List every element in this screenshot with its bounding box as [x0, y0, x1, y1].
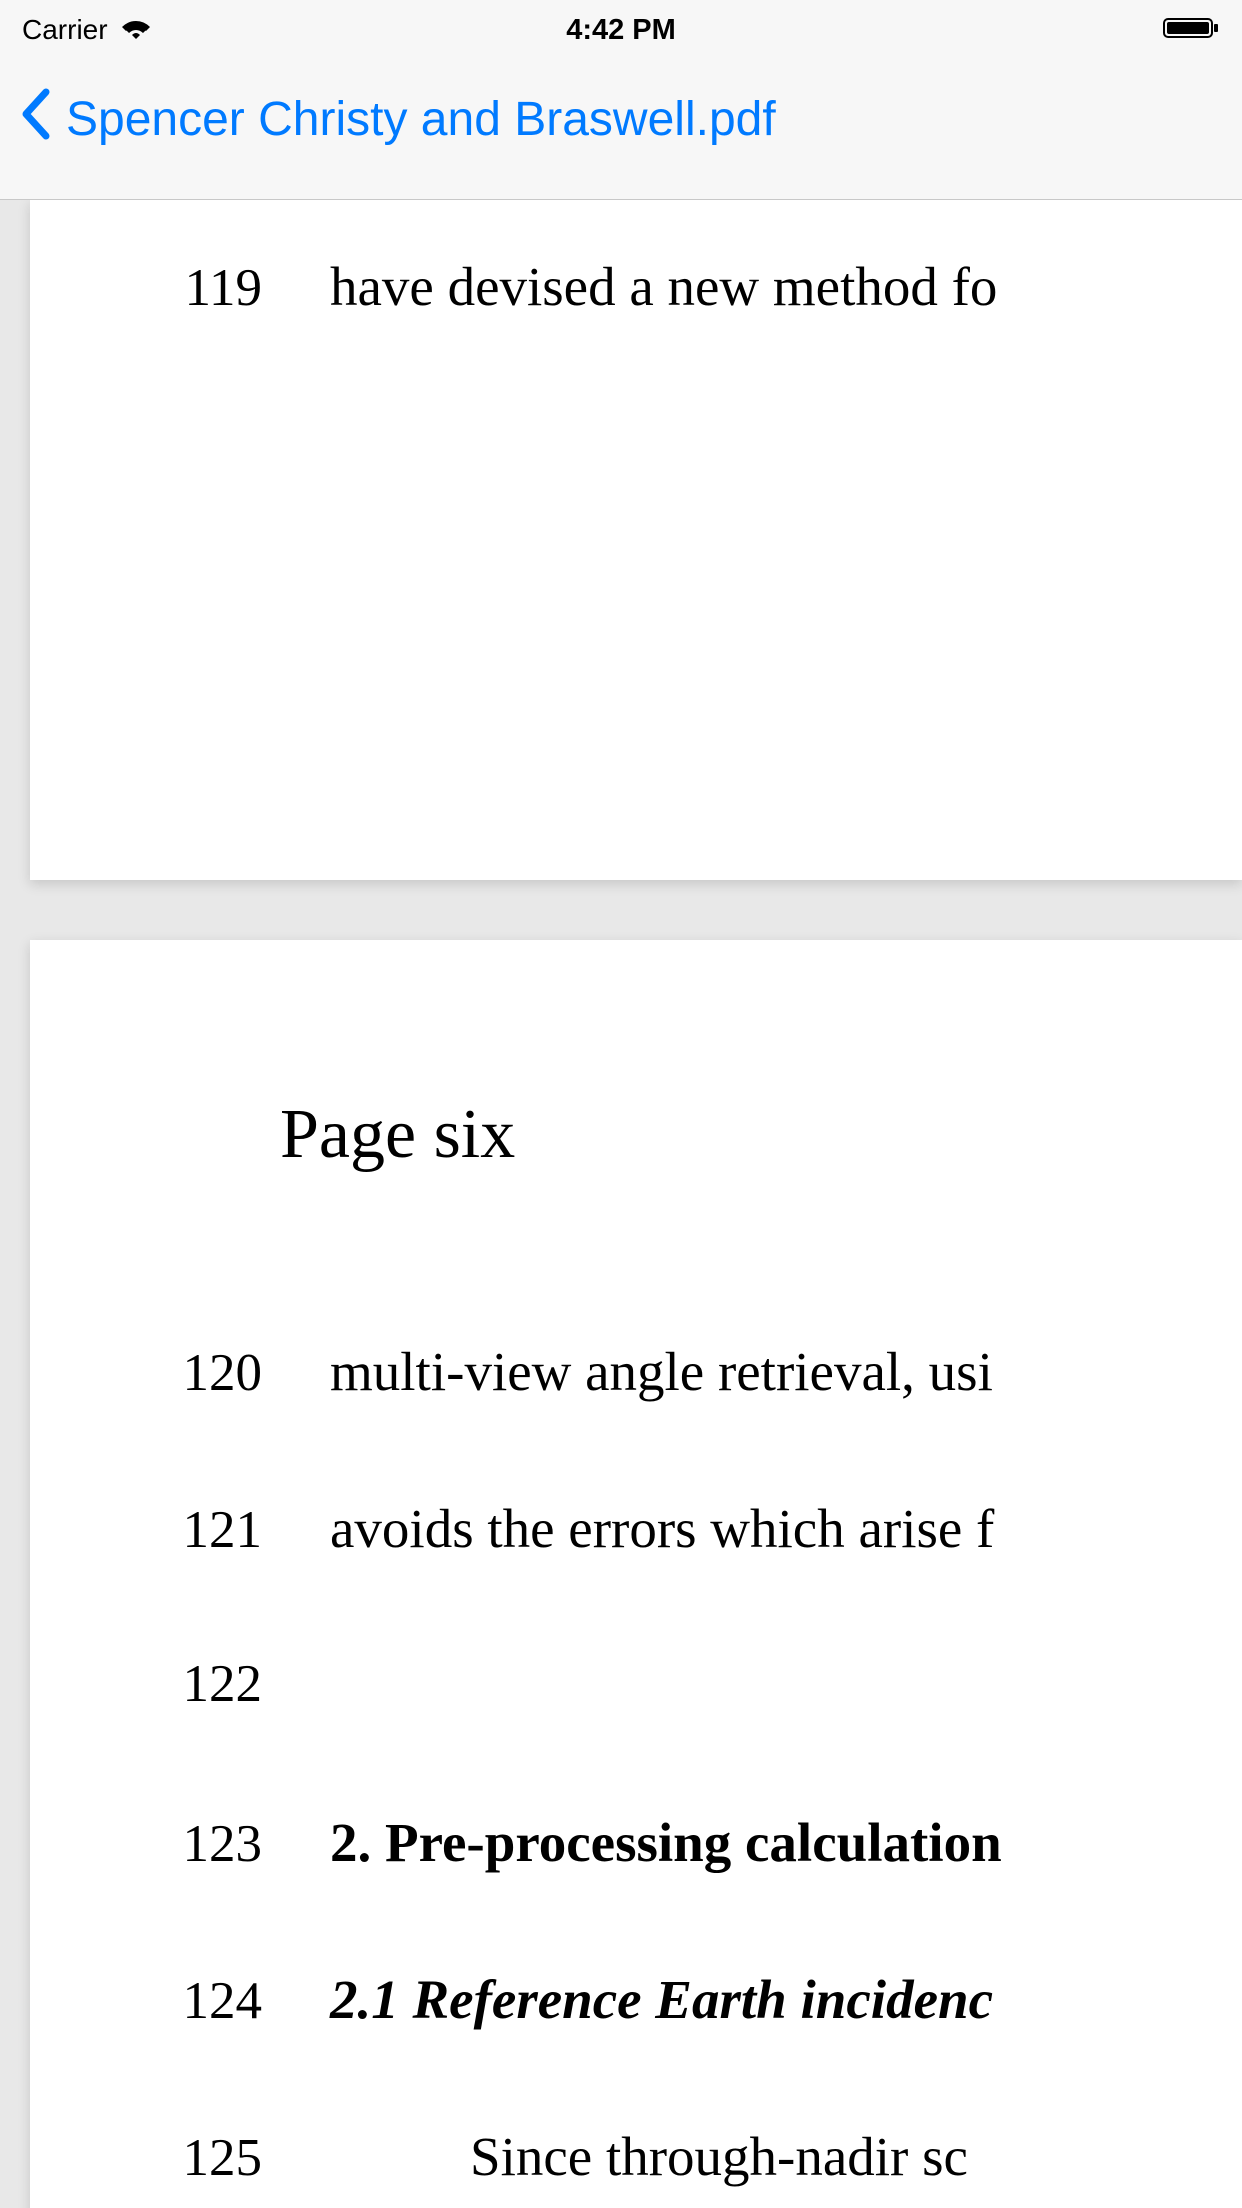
back-title: Spencer Christy and Braswell.pdf: [66, 92, 776, 147]
pdf-page: 119 have devised a new method fo: [30, 200, 1242, 880]
status-left: Carrier: [22, 14, 154, 46]
carrier-label: Carrier: [22, 14, 108, 46]
pdf-page: Page six 120 multi-view angle retrieval,…: [30, 940, 1242, 2208]
line-row: 123 2. Pre-processing calculation: [30, 1811, 1002, 1874]
line-row: 120 multi-view angle retrieval, usi: [30, 1340, 993, 1403]
line-number: 123: [30, 1814, 330, 1874]
line-text: Since through-nadir sc: [330, 2125, 968, 2188]
page-heading: Page six: [280, 1095, 515, 1175]
wifi-icon: [118, 15, 154, 46]
line-number: 125: [30, 2128, 330, 2188]
line-number: 122: [30, 1654, 330, 1714]
status-right: [1162, 15, 1220, 46]
line-text: 2. Pre-processing calculation: [330, 1811, 1002, 1874]
line-text: avoids the errors which arise f: [330, 1497, 994, 1560]
line-number: 119: [30, 258, 330, 318]
nav-bar: Spencer Christy and Braswell.pdf: [0, 60, 1242, 200]
line-text: multi-view angle retrieval, usi: [330, 1340, 993, 1403]
line-text: have devised a new method fo: [330, 255, 997, 318]
line-text: 2.1 Reference Earth incidenc: [330, 1968, 993, 2031]
battery-icon: [1162, 15, 1220, 46]
line-row: 121 avoids the errors which arise f: [30, 1497, 994, 1560]
line-row: 119 have devised a new method fo: [30, 255, 997, 318]
line-row: 124 2.1 Reference Earth incidenc: [30, 1968, 993, 2031]
status-time: 4:42 PM: [566, 14, 676, 47]
line-number: 124: [30, 1971, 330, 2031]
chevron-left-icon: [18, 88, 54, 152]
document-content[interactable]: 119 have devised a new method fo Page si…: [0, 200, 1242, 2208]
line-row: 125 Since through-nadir sc: [30, 2125, 968, 2188]
line-row: 122: [30, 1654, 330, 1714]
status-bar: Carrier 4:42 PM: [0, 0, 1242, 60]
line-number: 120: [30, 1343, 330, 1403]
back-button[interactable]: Spencer Christy and Braswell.pdf: [18, 88, 776, 152]
line-number: 121: [30, 1500, 330, 1560]
